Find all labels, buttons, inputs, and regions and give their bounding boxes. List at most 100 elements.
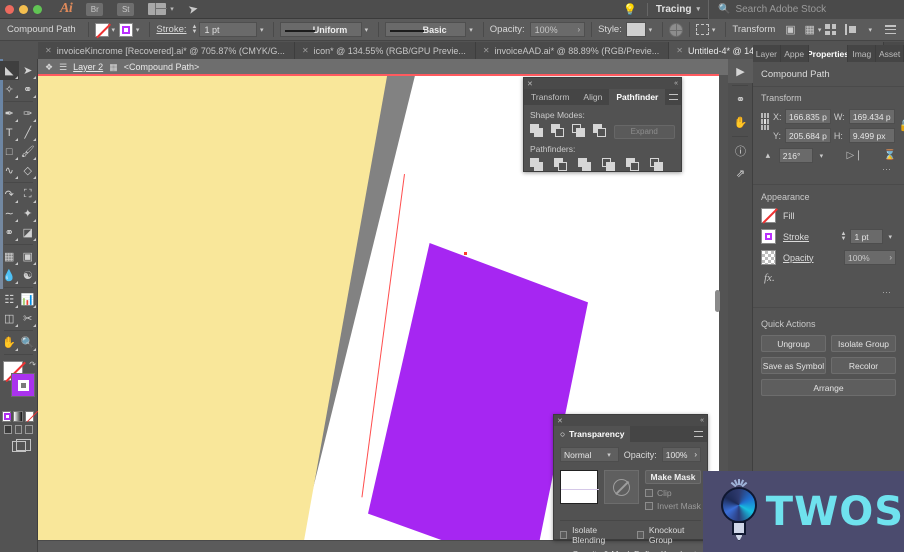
stroke-row[interactable]: Stroke ▲ ▼ 1 pt ▾ [761, 229, 896, 244]
tab-properties[interactable]: Properties [808, 45, 849, 62]
stroke-weight-stepper[interactable]: ▲ ▼ [191, 24, 197, 35]
panel-menu-icon[interactable] [885, 25, 896, 34]
tab-align[interactable]: Align [576, 89, 609, 105]
stroke-profile-dropdown[interactable]: Uniform [280, 22, 362, 37]
perspective-grid-tool[interactable]: ◪ [19, 223, 38, 242]
draw-mode-buttons[interactable] [0, 422, 37, 437]
constrain-proportions-icon[interactable]: 🔓 [899, 119, 904, 132]
divide-icon[interactable] [530, 158, 545, 173]
collapse-icon[interactable]: « [700, 417, 704, 424]
knockout-group-checkbox[interactable] [636, 531, 644, 539]
rotate-tool[interactable]: ↷ [0, 185, 19, 204]
rotation-angle-field[interactable]: 216° [778, 148, 813, 163]
chevron-down-icon[interactable]: ▾ [365, 26, 369, 34]
blend-mode-dropdown[interactable]: Normal ▾ [560, 447, 619, 462]
recolor-artwork-icon[interactable] [669, 22, 683, 37]
stroke-swatch[interactable] [761, 229, 776, 244]
opacity-label[interactable]: Opacity: [490, 24, 525, 35]
opacity-field[interactable]: 100% › [844, 250, 896, 265]
scrollbar-thumb[interactable] [715, 290, 720, 312]
close-icon[interactable]: ✕ [527, 80, 533, 88]
close-window-button[interactable] [5, 4, 14, 14]
hand-tool[interactable]: ✋ [0, 333, 19, 352]
trim-icon[interactable] [554, 158, 569, 173]
transform-more-options-icon[interactable]: ⋯ [761, 163, 896, 179]
breadcrumb-layer[interactable]: Layer 2 [73, 62, 103, 72]
blending-options-row[interactable]: Isolate Blending Knockout Group [560, 525, 701, 545]
collapse-panels-icon[interactable]: ▶ [728, 59, 753, 83]
eyedropper-tool[interactable]: 💧 [0, 266, 19, 285]
gradient-tool[interactable]: ▣ [19, 247, 38, 266]
reference-point-selector[interactable] [761, 113, 769, 130]
flip-vertical-icon[interactable]: ⌛ [884, 150, 896, 161]
opacity-row[interactable]: Opacity 100% › [761, 250, 896, 265]
minus-back-icon[interactable] [650, 158, 665, 173]
opacity-label[interactable]: Opacity [783, 253, 814, 263]
screen-mode-button[interactable] [0, 437, 37, 452]
recolor-button[interactable]: Recolor [831, 357, 896, 374]
edit-toolbar-icon[interactable]: ▦ [805, 23, 815, 36]
lasso-tool[interactable]: ⚭ [19, 80, 38, 99]
h-field[interactable]: 9.499 px [848, 128, 895, 143]
eraser-tool[interactable]: ◇ [19, 161, 38, 180]
bridge-button[interactable]: Br [86, 2, 104, 16]
lightbulb-icon[interactable]: 💡 [613, 3, 647, 16]
column-graph-tool[interactable]: 📊 [19, 290, 38, 309]
slice-tool[interactable]: ✂ [19, 309, 38, 328]
shaper-tool[interactable]: ∿ [0, 161, 19, 180]
tab-image-trace[interactable]: Imag [848, 45, 877, 62]
blend-tool[interactable]: ☯ [19, 266, 38, 285]
chevron-down-icon[interactable]: ▾ [888, 233, 892, 241]
zoom-tool[interactable]: 🔍 [19, 333, 38, 352]
graphic-style-swatch[interactable] [625, 22, 646, 37]
rectangle-tool[interactable]: □ [0, 142, 19, 161]
y-field[interactable]: 205.684 p [785, 128, 831, 143]
clip-checkbox[interactable] [645, 489, 653, 497]
invert-mask-checkbox[interactable] [645, 502, 653, 510]
tab-asset-export[interactable]: Asset [876, 45, 904, 62]
libraries-panel-icon[interactable]: ✋ [728, 111, 753, 134]
chevron-down-icon[interactable]: ▾ [260, 26, 264, 34]
magic-wand-tool[interactable]: ✧ [0, 80, 19, 99]
draw-inside-icon[interactable] [25, 425, 34, 434]
align-distribute-icon[interactable] [845, 24, 857, 35]
type-tool[interactable]: T [0, 123, 19, 142]
color-mode-gradient-icon[interactable] [13, 411, 23, 422]
artboard-tool[interactable]: ◫ [0, 309, 19, 328]
minimize-window-button[interactable] [19, 4, 28, 14]
w-field[interactable]: 169.434 p [848, 109, 895, 124]
curvature-tool[interactable]: ✑ [19, 104, 38, 123]
x-field[interactable]: 166.835 p [785, 109, 831, 124]
close-icon[interactable]: ✕ [557, 417, 563, 425]
chevron-down-icon[interactable]: ▾ [136, 26, 140, 34]
stroke-weight-field[interactable]: 1 pt [199, 22, 257, 37]
fx-button[interactable]: fx. [761, 271, 896, 286]
anchor-point[interactable] [464, 252, 467, 255]
stroke-label[interactable]: Stroke: [156, 24, 186, 35]
color-mode-buttons[interactable] [0, 409, 37, 422]
width-tool[interactable]: ∼ [0, 204, 19, 223]
shape-builder-tool[interactable]: ⚭ [0, 223, 19, 242]
clip-checkbox-row[interactable]: Clip [645, 488, 701, 498]
chevron-down-icon[interactable]: ▾ [649, 26, 653, 34]
isolate-group-button[interactable]: Isolate Group [831, 335, 896, 352]
close-icon[interactable]: ✕ [483, 46, 490, 55]
opacity-field[interactable]: 100% › [529, 22, 586, 37]
document-tab[interactable]: ✕ invoiceKincrome [Recovered].ai* @ 705.… [38, 42, 295, 59]
scale-tool[interactable]: ⛶ [19, 185, 38, 204]
merge-icon[interactable] [578, 158, 593, 173]
line-segment-tool[interactable]: ╱ [19, 123, 38, 142]
save-as-symbol-button[interactable]: Save as Symbol [761, 357, 826, 374]
tab-transparency[interactable]: ○ Transparency [554, 426, 631, 442]
document-tab[interactable]: ✕ invoiceAAD.ai* @ 88.89% (RGB/Previe... [475, 42, 670, 59]
stroke-weight-stepper[interactable]: ▲ ▼ [841, 231, 847, 242]
draw-normal-icon[interactable] [4, 425, 12, 434]
free-transform-tool[interactable]: ✦ [19, 204, 38, 223]
tab-layers[interactable]: Layer [753, 45, 781, 62]
stroke-color-swatch[interactable] [11, 373, 35, 397]
chevron-down-icon[interactable]: ▾ [112, 26, 116, 34]
chevron-down-icon[interactable]: ▾ [820, 152, 824, 160]
ungroup-button[interactable]: Ungroup [761, 335, 826, 352]
select-similar-icon[interactable] [695, 24, 709, 35]
stroke-swatch[interactable] [119, 22, 133, 37]
